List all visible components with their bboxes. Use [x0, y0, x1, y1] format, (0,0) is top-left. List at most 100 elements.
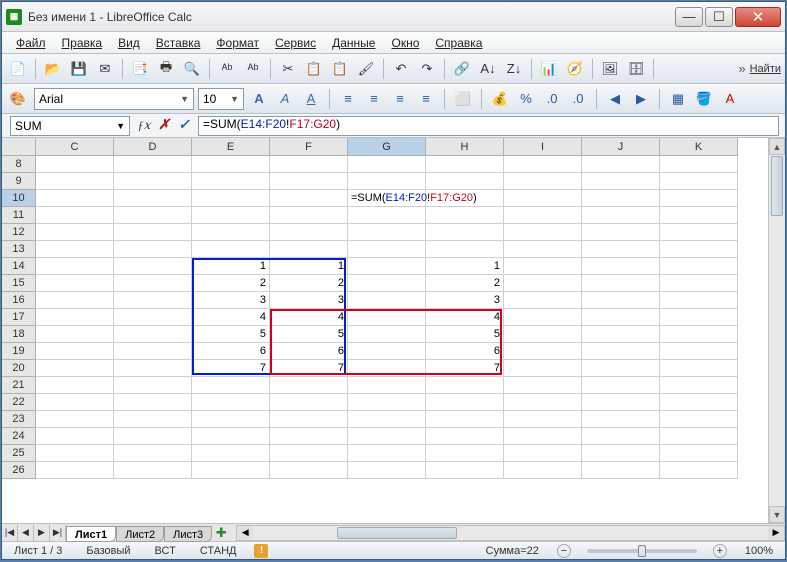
open-icon[interactable]: 📂: [41, 57, 65, 81]
cell[interactable]: [426, 445, 504, 462]
cell[interactable]: [504, 190, 582, 207]
cell[interactable]: [348, 309, 426, 326]
status-insert[interactable]: ВСТ: [149, 545, 182, 557]
cell[interactable]: [582, 411, 660, 428]
autospell-icon[interactable]: ᴬᵇ: [241, 57, 265, 81]
cell[interactable]: [660, 258, 738, 275]
status-mode[interactable]: СТАНД: [194, 545, 243, 557]
cell[interactable]: [348, 207, 426, 224]
decimal-remove-icon[interactable]: .0: [567, 88, 589, 110]
cell[interactable]: [660, 445, 738, 462]
save-icon[interactable]: 💾: [67, 57, 91, 81]
cell[interactable]: [114, 258, 192, 275]
cell[interactable]: [36, 309, 114, 326]
cell[interactable]: [270, 173, 348, 190]
cell[interactable]: [270, 428, 348, 445]
select-all-corner[interactable]: [2, 138, 36, 156]
cell[interactable]: [270, 377, 348, 394]
cell[interactable]: [426, 190, 504, 207]
zoom-slider[interactable]: [587, 549, 697, 553]
cell[interactable]: [504, 462, 582, 479]
cell[interactable]: 1: [270, 258, 348, 275]
tab-next-icon[interactable]: ▶: [34, 525, 50, 541]
vertical-scrollbar[interactable]: ▲ ▼: [768, 138, 785, 523]
cell[interactable]: [426, 241, 504, 258]
scroll-down-icon[interactable]: ▼: [769, 506, 785, 523]
new-icon[interactable]: 📄: [6, 57, 30, 81]
scroll-thumb[interactable]: [771, 156, 783, 216]
cell[interactable]: [504, 445, 582, 462]
menu-data[interactable]: Данные: [326, 34, 381, 52]
row-header[interactable]: 12: [2, 224, 36, 241]
zoom-value[interactable]: 100%: [739, 545, 779, 557]
cell[interactable]: [426, 173, 504, 190]
cell[interactable]: [36, 173, 114, 190]
cell[interactable]: [426, 207, 504, 224]
cell[interactable]: 7: [270, 360, 348, 377]
cell[interactable]: [426, 394, 504, 411]
cell[interactable]: 3: [426, 292, 504, 309]
cell[interactable]: [582, 207, 660, 224]
cell[interactable]: [348, 258, 426, 275]
cell[interactable]: [36, 394, 114, 411]
cell[interactable]: [582, 394, 660, 411]
column-header[interactable]: H: [426, 138, 504, 156]
cell[interactable]: [114, 411, 192, 428]
cell[interactable]: [582, 326, 660, 343]
menu-window[interactable]: Окно: [385, 34, 425, 52]
cell[interactable]: [270, 445, 348, 462]
cell[interactable]: [114, 462, 192, 479]
cell[interactable]: [348, 326, 426, 343]
cell[interactable]: [36, 445, 114, 462]
cell[interactable]: [192, 445, 270, 462]
italic-icon[interactable]: A: [274, 88, 296, 110]
cell[interactable]: [504, 309, 582, 326]
cell[interactable]: [348, 394, 426, 411]
row-header[interactable]: 14: [2, 258, 36, 275]
cell[interactable]: [504, 207, 582, 224]
cell[interactable]: [582, 275, 660, 292]
cell[interactable]: 7: [192, 360, 270, 377]
cell[interactable]: [660, 156, 738, 173]
cell[interactable]: [192, 411, 270, 428]
row-header[interactable]: 9: [2, 173, 36, 190]
cell[interactable]: [660, 275, 738, 292]
cell[interactable]: [660, 190, 738, 207]
cell[interactable]: [582, 309, 660, 326]
sort-desc-icon[interactable]: Z↓: [502, 57, 526, 81]
find-link[interactable]: Найти: [750, 63, 781, 75]
cell[interactable]: [348, 411, 426, 428]
column-header[interactable]: D: [114, 138, 192, 156]
cell[interactable]: [114, 428, 192, 445]
cell[interactable]: [504, 326, 582, 343]
cell[interactable]: [582, 343, 660, 360]
redo-icon[interactable]: ↷: [415, 57, 439, 81]
format-paint-icon[interactable]: 🖌: [354, 57, 378, 81]
cell[interactable]: [114, 224, 192, 241]
fontcolor-icon[interactable]: A: [719, 88, 741, 110]
cell[interactable]: [36, 428, 114, 445]
cell[interactable]: [426, 224, 504, 241]
horizontal-scrollbar[interactable]: ◀ ▶: [236, 525, 785, 541]
add-sheet-icon[interactable]: ✚: [212, 525, 230, 541]
cell[interactable]: [504, 394, 582, 411]
currency-icon[interactable]: 💰: [489, 88, 511, 110]
accept-icon[interactable]: ✓: [174, 116, 194, 136]
column-header[interactable]: G: [348, 138, 426, 156]
font-name-combo[interactable]: Arial▼: [34, 88, 194, 110]
cell[interactable]: [660, 309, 738, 326]
tab-last-icon[interactable]: ▶|: [50, 525, 66, 541]
scroll-thumb[interactable]: [337, 527, 457, 539]
cell[interactable]: [192, 224, 270, 241]
borders-icon[interactable]: ▦: [667, 88, 689, 110]
cell[interactable]: [36, 258, 114, 275]
column-header[interactable]: C: [36, 138, 114, 156]
cell[interactable]: [660, 343, 738, 360]
cell[interactable]: [114, 309, 192, 326]
formula-input[interactable]: =SUM(E14:F20!F17:G20): [198, 116, 779, 136]
row-header[interactable]: 13: [2, 241, 36, 258]
row-header[interactable]: 25: [2, 445, 36, 462]
cell[interactable]: [114, 173, 192, 190]
cell[interactable]: [114, 190, 192, 207]
cell[interactable]: [582, 428, 660, 445]
